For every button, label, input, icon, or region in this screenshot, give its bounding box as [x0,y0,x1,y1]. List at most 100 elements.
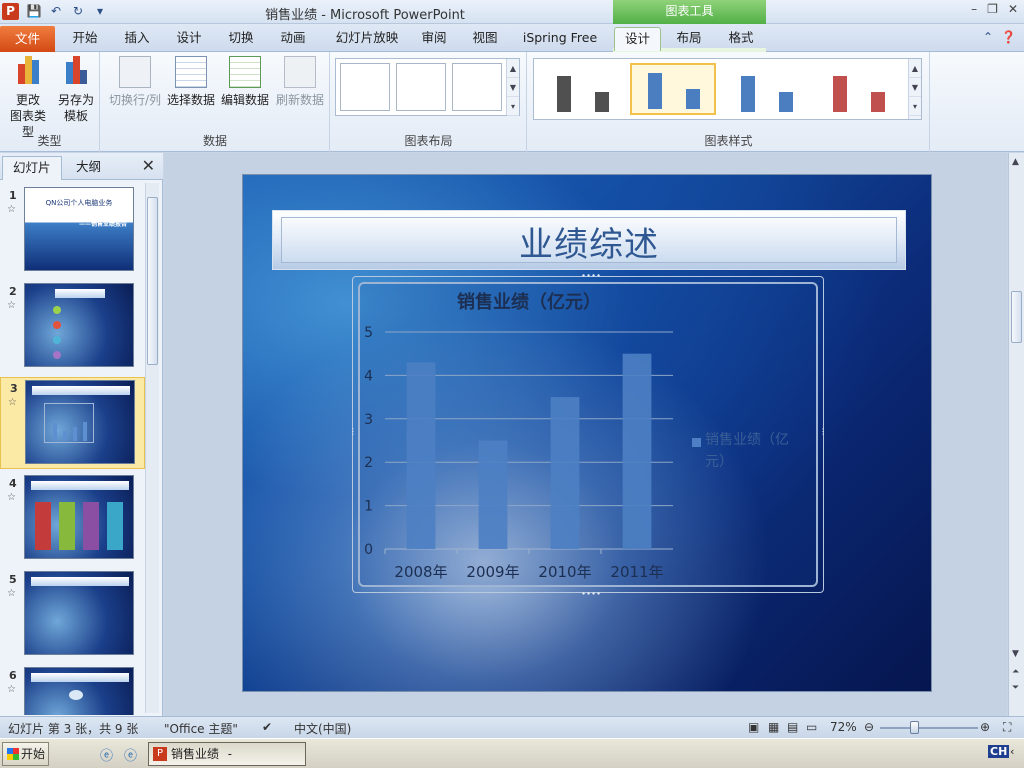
ime-indicator[interactable]: CH [988,745,1010,758]
help-icon[interactable]: ❓ [1001,30,1016,44]
ribbon-tabs: 文件 开始 插入 设计 切换 动画 幻灯片放映 审阅 视图 iSpring Fr… [0,24,1024,76]
animation-star-icon: ☆ [7,684,16,695]
bar [478,440,508,549]
tab-chart-layout[interactable]: 布局 [666,27,712,51]
gallery-down-icon[interactable]: ▼ [507,78,519,97]
zoom-slider-knob[interactable] [910,721,919,734]
slide-preview [25,380,135,464]
ie-quicklaunch-icon[interactable]: ⓔ [100,745,113,764]
bar [622,353,652,549]
chart-style-option[interactable] [538,63,624,115]
slide-thumbnail-4[interactable]: 4 ☆ [0,473,145,565]
tab-view[interactable]: 视图 [463,27,507,51]
chart-layout-option[interactable] [340,63,390,111]
chart-style-option[interactable] [722,63,808,115]
refresh-data-button[interactable]: 刷新数据 [273,56,327,108]
scroll-up-icon[interactable]: ▲ [1012,157,1019,167]
chart-object[interactable]: ∙∙∙∙ ∙∙∙∙ ⋮ ⋮ 销售业绩（亿元） 0 1 2 3 4 5 2008年 2009年 20… [349,271,827,598]
change-chart-type-button[interactable]: 更改 图表类型 [6,56,50,140]
slide-thumbnail-2[interactable]: 2 ☆ [0,281,145,373]
slides-scroll-thumb[interactable] [147,197,158,365]
chart-layout-option[interactable] [452,63,502,111]
gallery-down-icon[interactable]: ▼ [909,78,921,97]
chart-style-gallery: ▲ ▼ ▾ [533,58,922,120]
slide-title-box[interactable]: 业绩综述 [272,210,906,270]
zoom-level[interactable]: 72% [830,720,857,734]
chart-layout-option[interactable] [396,63,446,111]
edit-data-icon [229,56,261,88]
fit-to-window-icon[interactable]: ⛶ [1003,720,1011,735]
chart-tools-header: 图表工具 [613,0,766,24]
tab-chart-format[interactable]: 格式 [718,27,764,51]
edit-data-button[interactable]: 编辑数据 [219,56,271,108]
minimize-icon[interactable]: – [971,2,977,16]
animation-star-icon: ☆ [7,492,16,503]
gallery-more-icon[interactable]: ▾ [909,97,921,116]
language-indicator[interactable]: 中文(中国) [294,720,351,737]
close-icon[interactable]: ✕ [1008,2,1018,16]
editor-scroll-thumb[interactable] [1011,291,1022,343]
bar [550,397,580,549]
slide-number: 6 [9,669,17,682]
gallery-up-icon[interactable]: ▲ [909,59,921,78]
tab-review[interactable]: 审阅 [412,27,456,51]
slide-thumbnail-6[interactable]: 6 ☆ [0,665,145,715]
restore-icon[interactable]: ❐ [987,2,998,16]
spellcheck-icon[interactable]: ✔ [262,720,272,734]
tab-chart-design[interactable]: 设计 [614,27,661,51]
group-chart-styles: ▲ ▼ ▾ 图表样式 [528,52,930,152]
browser-quicklaunch-icon[interactable]: ⓔ [124,745,137,764]
tray-arrow-icon[interactable]: ‹ [1010,745,1014,758]
select-data-button[interactable]: 选择数据 [165,56,217,108]
zoom-out-icon[interactable]: ⊖ [864,720,874,734]
title-bar: P 💾 ↶ ↻ ▾ 销售业绩 - Microsoft PowerPoint – … [0,0,1024,24]
slide-thumbnail-3[interactable]: 3 ☆ [0,377,145,469]
group-chart-styles-label: 图表样式 [704,134,753,148]
prev-slide-icon[interactable]: ⏶ [1012,667,1019,677]
taskbar-powerpoint-item[interactable]: P 销售业绩 - Microsof... [148,742,306,766]
switch-row-column-button[interactable]: 切换行/列 [107,56,163,108]
scroll-down-icon[interactable]: ▼ [1012,649,1019,659]
tab-file[interactable]: 文件 [0,26,55,52]
next-slide-icon[interactable]: ⏷ [1012,683,1019,693]
zoom-slider-track[interactable] [880,727,978,729]
theme-name[interactable]: "Office 主题" [164,720,238,737]
tab-slideshow[interactable]: 幻灯片放映 [326,27,408,51]
save-as-template-button[interactable]: 另存为 模板 [54,56,98,124]
animation-star-icon: ☆ [7,588,16,599]
slides-scrollbar[interactable] [145,183,159,713]
style-gallery-scroll[interactable]: ▲ ▼ ▾ [908,59,921,119]
tab-home[interactable]: 开始 [62,27,108,51]
slide-thumbnail-5[interactable]: 5 ☆ [0,569,145,661]
tab-design[interactable]: 设计 [166,27,212,51]
switch-row-column-icon [119,56,151,88]
style-bar [741,76,755,112]
reading-view-icon[interactable]: ▤ [787,720,798,734]
close-pane-icon[interactable]: ✕ [142,156,155,175]
tab-ispring[interactable]: iSpring Free [516,27,604,51]
gallery-up-icon[interactable]: ▲ [507,59,519,78]
group-type-label: 类型 [37,134,62,148]
slide-sorter-icon[interactable]: ▦ [768,720,779,734]
slide-number: 4 [9,477,17,490]
change-chart-type-icon [12,56,44,88]
chart-style-option-selected[interactable] [630,63,716,115]
x-tick-label: 2010年 [538,563,591,581]
gallery-more-icon[interactable]: ▾ [507,97,519,116]
start-button[interactable]: 开始 [2,742,49,766]
chart-style-preview [833,76,885,112]
editor-scrollbar[interactable]: ▲ ▼ ⏶ ⏷ [1008,153,1024,716]
tab-slides[interactable]: 幻灯片 [2,156,62,180]
tab-insert[interactable]: 插入 [114,27,160,51]
layout-gallery-scroll[interactable]: ▲ ▼ ▾ [506,59,519,116]
tab-transitions[interactable]: 切换 [218,27,264,51]
tab-outline[interactable]: 大纲 [66,156,111,180]
y-tick-label: 4 [364,368,373,384]
slideshow-view-icon[interactable]: ▭ [806,720,817,734]
minimize-ribbon-icon[interactable]: ⌃ [983,30,993,44]
slide-thumbnail-1[interactable]: 1 ☆ QN公司个人电脑业务 ——销售业绩报告 [0,185,145,277]
chart-style-option[interactable] [814,63,900,115]
tab-animations[interactable]: 动画 [270,27,316,51]
zoom-in-icon[interactable]: ⊕ [980,720,990,734]
normal-view-icon[interactable]: ▣ [748,720,759,734]
